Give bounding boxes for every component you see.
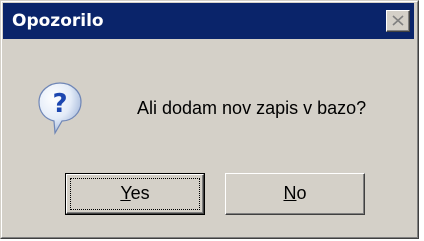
title-bar[interactable]: Opozorilo xyxy=(3,3,414,39)
svg-text:?: ? xyxy=(52,89,67,119)
no-label-rest: o xyxy=(296,183,307,203)
close-button[interactable] xyxy=(386,10,410,32)
close-icon xyxy=(392,15,404,26)
yes-accelerator: Y xyxy=(120,183,131,203)
dialog-message: Ali dodam nov zapis v bazo? xyxy=(137,98,367,118)
no-accelerator: N xyxy=(283,183,297,203)
yes-button[interactable]: Yes xyxy=(65,173,205,215)
no-button[interactable]: No xyxy=(225,173,365,215)
dialog-window: Opozorilo ? Ali dodam nov zapis v bazo? … xyxy=(0,0,419,239)
yes-label-rest: es xyxy=(130,183,150,203)
no-button-label: No xyxy=(283,183,306,203)
dialog-title: Opozorilo xyxy=(12,11,104,31)
question-icon: ? xyxy=(38,82,82,135)
yes-button-label: Yes xyxy=(120,183,149,203)
